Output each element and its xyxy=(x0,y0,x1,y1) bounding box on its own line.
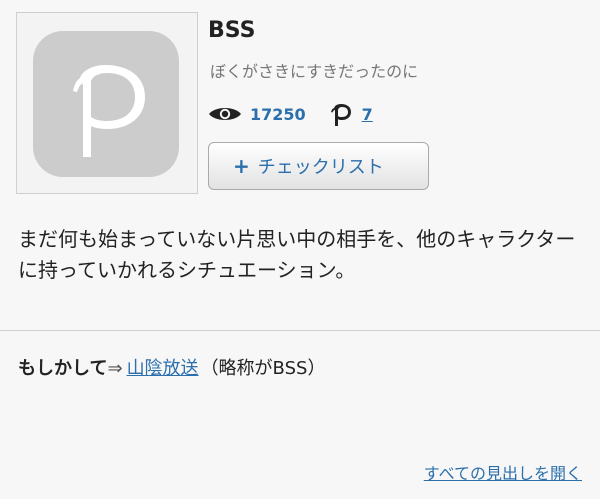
pixiv-work-count-link[interactable]: 7 xyxy=(362,105,373,124)
disambiguation-link[interactable]: 山陰放送 xyxy=(127,356,199,382)
pixiv-p-logo-icon xyxy=(73,65,145,157)
article-reading: ぼくがさきにすきだったのに xyxy=(210,62,419,81)
arrow-icon: ⇒ xyxy=(107,358,123,379)
article-thumbnail[interactable] xyxy=(16,12,198,194)
pixiv-app-icon xyxy=(33,31,179,177)
disambiguation-note: もしかして ⇒ 山陰放送 （略称がBSS） xyxy=(18,356,325,382)
view-count: 17250 xyxy=(250,104,306,124)
add-to-checklist-button[interactable]: + チェックリスト xyxy=(208,142,429,190)
eye-icon xyxy=(209,108,241,120)
checklist-button-label: チェックリスト xyxy=(257,157,384,178)
article-stats: 17250 7 xyxy=(208,100,373,128)
article-title: BSS xyxy=(208,18,256,43)
article-description: まだ何も始まっていない片思い中の相手を、他のキャラクターに持っていかれるシチュエ… xyxy=(18,227,576,282)
open-all-headings-link[interactable]: すべての見出しを開く xyxy=(424,460,582,484)
pixiv-p-icon xyxy=(330,104,351,126)
section-divider xyxy=(0,330,600,331)
disambiguation-note-text: （略称がBSS） xyxy=(200,358,326,379)
maybe-label: もしかして xyxy=(18,358,108,379)
plus-icon: + xyxy=(233,154,250,178)
